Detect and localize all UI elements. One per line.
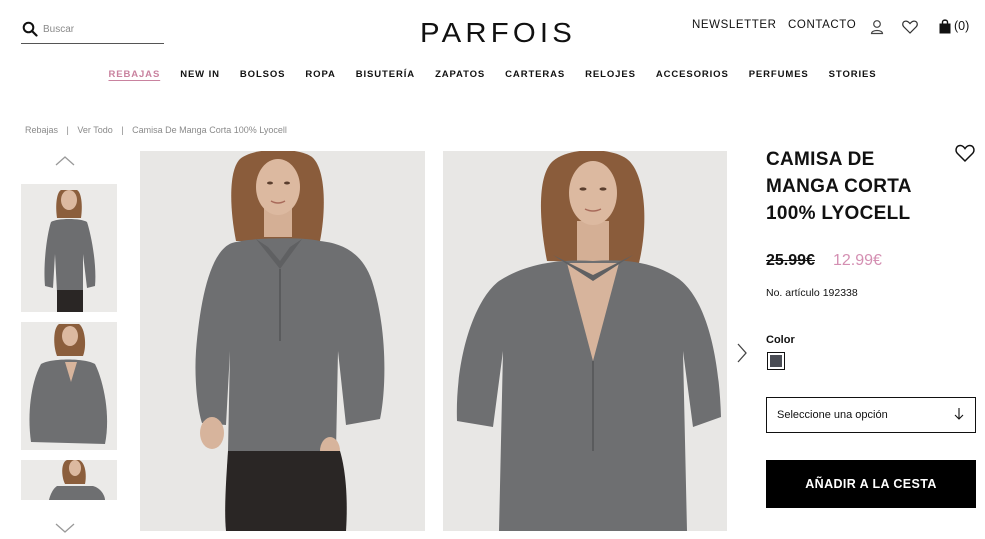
nav-item-bolsos[interactable]: BOLSOS xyxy=(230,69,296,80)
add-to-cart-button[interactable]: AÑADIR A LA CESTA xyxy=(766,460,976,508)
article-number: No. artículo 192338 xyxy=(766,287,861,299)
nav-item-new-in[interactable]: NEW IN xyxy=(170,69,230,80)
contact-link[interactable]: CONTACTO xyxy=(788,19,856,31)
thumbnail-2[interactable] xyxy=(21,322,117,450)
product-photo-detail xyxy=(443,151,727,531)
nav-item-rebajas[interactable]: REBAJAS xyxy=(98,69,170,80)
breadcrumb-ver-todo[interactable]: Ver Todo xyxy=(77,125,112,135)
thumbnail-1-image xyxy=(21,184,117,312)
parfois-logo[interactable]: PARFOIS xyxy=(420,15,576,47)
search-icon[interactable] xyxy=(22,21,38,37)
breadcrumb-separator: | xyxy=(66,125,69,135)
logo-text: PARFOIS xyxy=(420,17,576,47)
search-bar[interactable] xyxy=(21,20,164,44)
product-image-front[interactable] xyxy=(140,151,425,531)
user-icon[interactable] xyxy=(868,18,886,36)
nav-item-ropa[interactable]: ROPA xyxy=(295,69,345,80)
color-label: Color xyxy=(766,334,795,346)
main-nav: REBAJAS NEW IN BOLSOS ROPA BISUTERÍA ZAP… xyxy=(0,69,985,80)
nav-item-perfumes[interactable]: PERFUMES xyxy=(739,69,819,80)
nav-item-zapatos[interactable]: ZAPATOS xyxy=(425,69,495,80)
cart-count[interactable]: (0) xyxy=(954,19,969,33)
sale-price: 12.99€ xyxy=(833,252,882,269)
search-input[interactable] xyxy=(43,20,161,38)
nav-item-carteras[interactable]: CARTERAS xyxy=(495,69,575,80)
arrow-down-icon xyxy=(954,408,964,420)
size-select-value: Seleccione una opción xyxy=(777,409,888,421)
product-title: CAMISA DE MANGA CORTA 100% LYOCELL xyxy=(766,149,912,224)
breadcrumb: Rebajas | Ver Todo | Camisa De Manga Cor… xyxy=(25,125,293,135)
thumbnail-3[interactable] xyxy=(21,460,117,500)
newsletter-link[interactable]: NEWSLETTER xyxy=(692,19,777,31)
nav-item-bisuteria[interactable]: BISUTERÍA xyxy=(346,69,425,80)
nav-item-accesorios[interactable]: ACCESORIOS xyxy=(646,69,739,80)
thumbnails-up-arrow-icon[interactable] xyxy=(55,155,75,167)
breadcrumb-separator: | xyxy=(121,125,124,135)
thumbnail-1[interactable] xyxy=(21,184,117,312)
article-label: No. artículo xyxy=(766,287,820,299)
breadcrumb-rebajas[interactable]: Rebajas xyxy=(25,125,58,135)
next-image-arrow-icon[interactable] xyxy=(736,342,748,364)
size-select[interactable]: Seleccione una opción xyxy=(766,397,976,433)
thumbnail-2-image xyxy=(21,322,117,450)
product-wishlist-icon[interactable] xyxy=(954,143,976,163)
nav-item-stories[interactable]: STORIES xyxy=(819,69,887,80)
nav-item-relojes[interactable]: RELOJES xyxy=(575,69,646,80)
product-image-detail[interactable] xyxy=(443,151,727,531)
wishlist-icon[interactable] xyxy=(901,18,919,36)
color-swatch-fill xyxy=(770,355,782,367)
thumbnails-down-arrow-icon[interactable] xyxy=(55,522,75,534)
color-swatch-grey[interactable] xyxy=(767,352,785,370)
original-price: 25.99€ xyxy=(766,252,815,269)
cart-icon[interactable] xyxy=(937,18,955,36)
breadcrumb-current: Camisa De Manga Corta 100% Lyocell xyxy=(132,125,287,135)
article-value: 192338 xyxy=(822,287,858,299)
product-photo-front xyxy=(140,151,425,531)
thumbnail-3-image xyxy=(21,460,117,500)
